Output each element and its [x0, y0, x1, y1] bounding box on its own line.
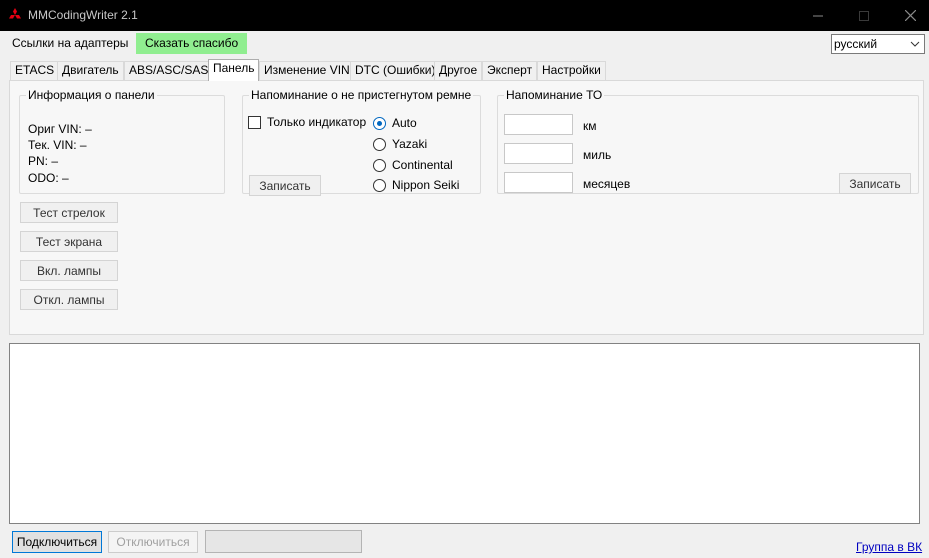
miles-input[interactable]: [504, 143, 573, 164]
service-reminder-title: Напоминание ТО: [506, 88, 603, 102]
log-textarea[interactable]: [9, 343, 920, 524]
belt-write-button[interactable]: Записать: [249, 175, 321, 196]
close-icon: [904, 10, 916, 21]
orig-vin-label: Ориг VIN: –: [28, 122, 92, 136]
tab-engine[interactable]: Двигатель: [57, 61, 124, 80]
test-screen-button[interactable]: Тест экрана: [20, 231, 118, 252]
radio-auto[interactable]: Auto: [373, 116, 417, 130]
service-reminder-group: Напоминание ТО км миль месяцев Записать: [497, 88, 919, 194]
minimize-icon: [813, 15, 823, 16]
adapter-links-menu[interactable]: Ссылки на адаптеры: [5, 33, 135, 54]
miles-label: миль: [583, 148, 612, 162]
radio-nippon-seiki[interactable]: Nippon Seiki: [373, 178, 459, 192]
indicator-only-checkbox[interactable]: Только индикатор: [248, 115, 366, 129]
odo-label: ODO: –: [28, 171, 69, 185]
pn-label: PN: –: [28, 154, 59, 168]
tab-other[interactable]: Другое: [434, 61, 483, 80]
radio-icon[interactable]: [373, 178, 386, 192]
mitsubishi-logo-icon: [9, 8, 21, 19]
panel-info-title: Информация о панели: [28, 88, 155, 102]
window-title: MMCodingWriter 2.1: [28, 8, 138, 22]
radio-continental[interactable]: Continental: [373, 158, 453, 172]
maximize-icon: [859, 10, 869, 21]
checkbox-box[interactable]: [248, 115, 261, 129]
tab-etacs[interactable]: ETACS: [10, 61, 60, 80]
lamps-off-button[interactable]: Откл. лампы: [20, 289, 118, 310]
panel-info-group: Информация о панели Ориг VIN: – Тек. VIN…: [19, 88, 225, 194]
test-needles-button[interactable]: Тест стрелок: [20, 202, 118, 223]
tab-panel[interactable]: Панель: [208, 59, 260, 81]
minimize-button[interactable]: [795, 0, 841, 31]
lamps-on-button[interactable]: Вкл. лампы: [20, 260, 118, 281]
status-field: [205, 530, 362, 553]
service-write-button[interactable]: Записать: [839, 173, 911, 194]
chevron-down-icon: [910, 41, 920, 47]
tab-settings[interactable]: Настройки: [537, 61, 606, 80]
say-thanks-menu[interactable]: Сказать спасибо: [136, 33, 248, 54]
belt-reminder-group: Напоминание о не пристегнутом ремне Толь…: [242, 88, 481, 196]
disconnect-button[interactable]: Отключиться: [108, 531, 198, 553]
language-select[interactable]: русский: [831, 34, 925, 54]
title-bar: MMCodingWriter 2.1: [0, 0, 929, 31]
vk-group-link[interactable]: Группа в ВК: [856, 540, 922, 554]
radio-yazaki[interactable]: Yazaki: [373, 137, 427, 151]
radio-continental-label: Continental: [392, 158, 453, 172]
months-input[interactable]: [504, 172, 573, 193]
km-label: км: [583, 119, 597, 133]
language-select-value: русский: [834, 37, 878, 51]
tab-expert[interactable]: Эксперт: [482, 61, 538, 80]
km-input[interactable]: [504, 114, 573, 135]
belt-reminder-title: Напоминание о не пристегнутом ремне: [251, 88, 472, 102]
tab-abs[interactable]: ABS/ASC/SAS: [124, 61, 214, 80]
radio-icon[interactable]: [373, 158, 386, 172]
current-vin-label: Тек. VIN: –: [28, 138, 87, 152]
indicator-only-label: Только индикатор: [267, 115, 367, 129]
close-button[interactable]: [887, 0, 929, 31]
menu-bar: Ссылки на адаптеры Сказать спасибо: [0, 31, 929, 56]
panel-tab-content: Информация о панели Ориг VIN: – Тек. VIN…: [9, 80, 924, 335]
radio-icon[interactable]: [373, 137, 386, 151]
radio-selected-icon[interactable]: [373, 116, 386, 130]
radio-yazaki-label: Yazaki: [392, 137, 428, 151]
tab-change-vin[interactable]: Изменение VIN: [259, 61, 355, 80]
maximize-button[interactable]: [841, 0, 887, 31]
radio-nippon-seiki-label: Nippon Seiki: [392, 178, 460, 192]
tab-dtc[interactable]: DTC (Ошибки): [350, 61, 441, 80]
radio-auto-label: Auto: [392, 116, 417, 130]
connect-button[interactable]: Подключиться: [12, 531, 102, 553]
months-label: месяцев: [583, 177, 631, 191]
